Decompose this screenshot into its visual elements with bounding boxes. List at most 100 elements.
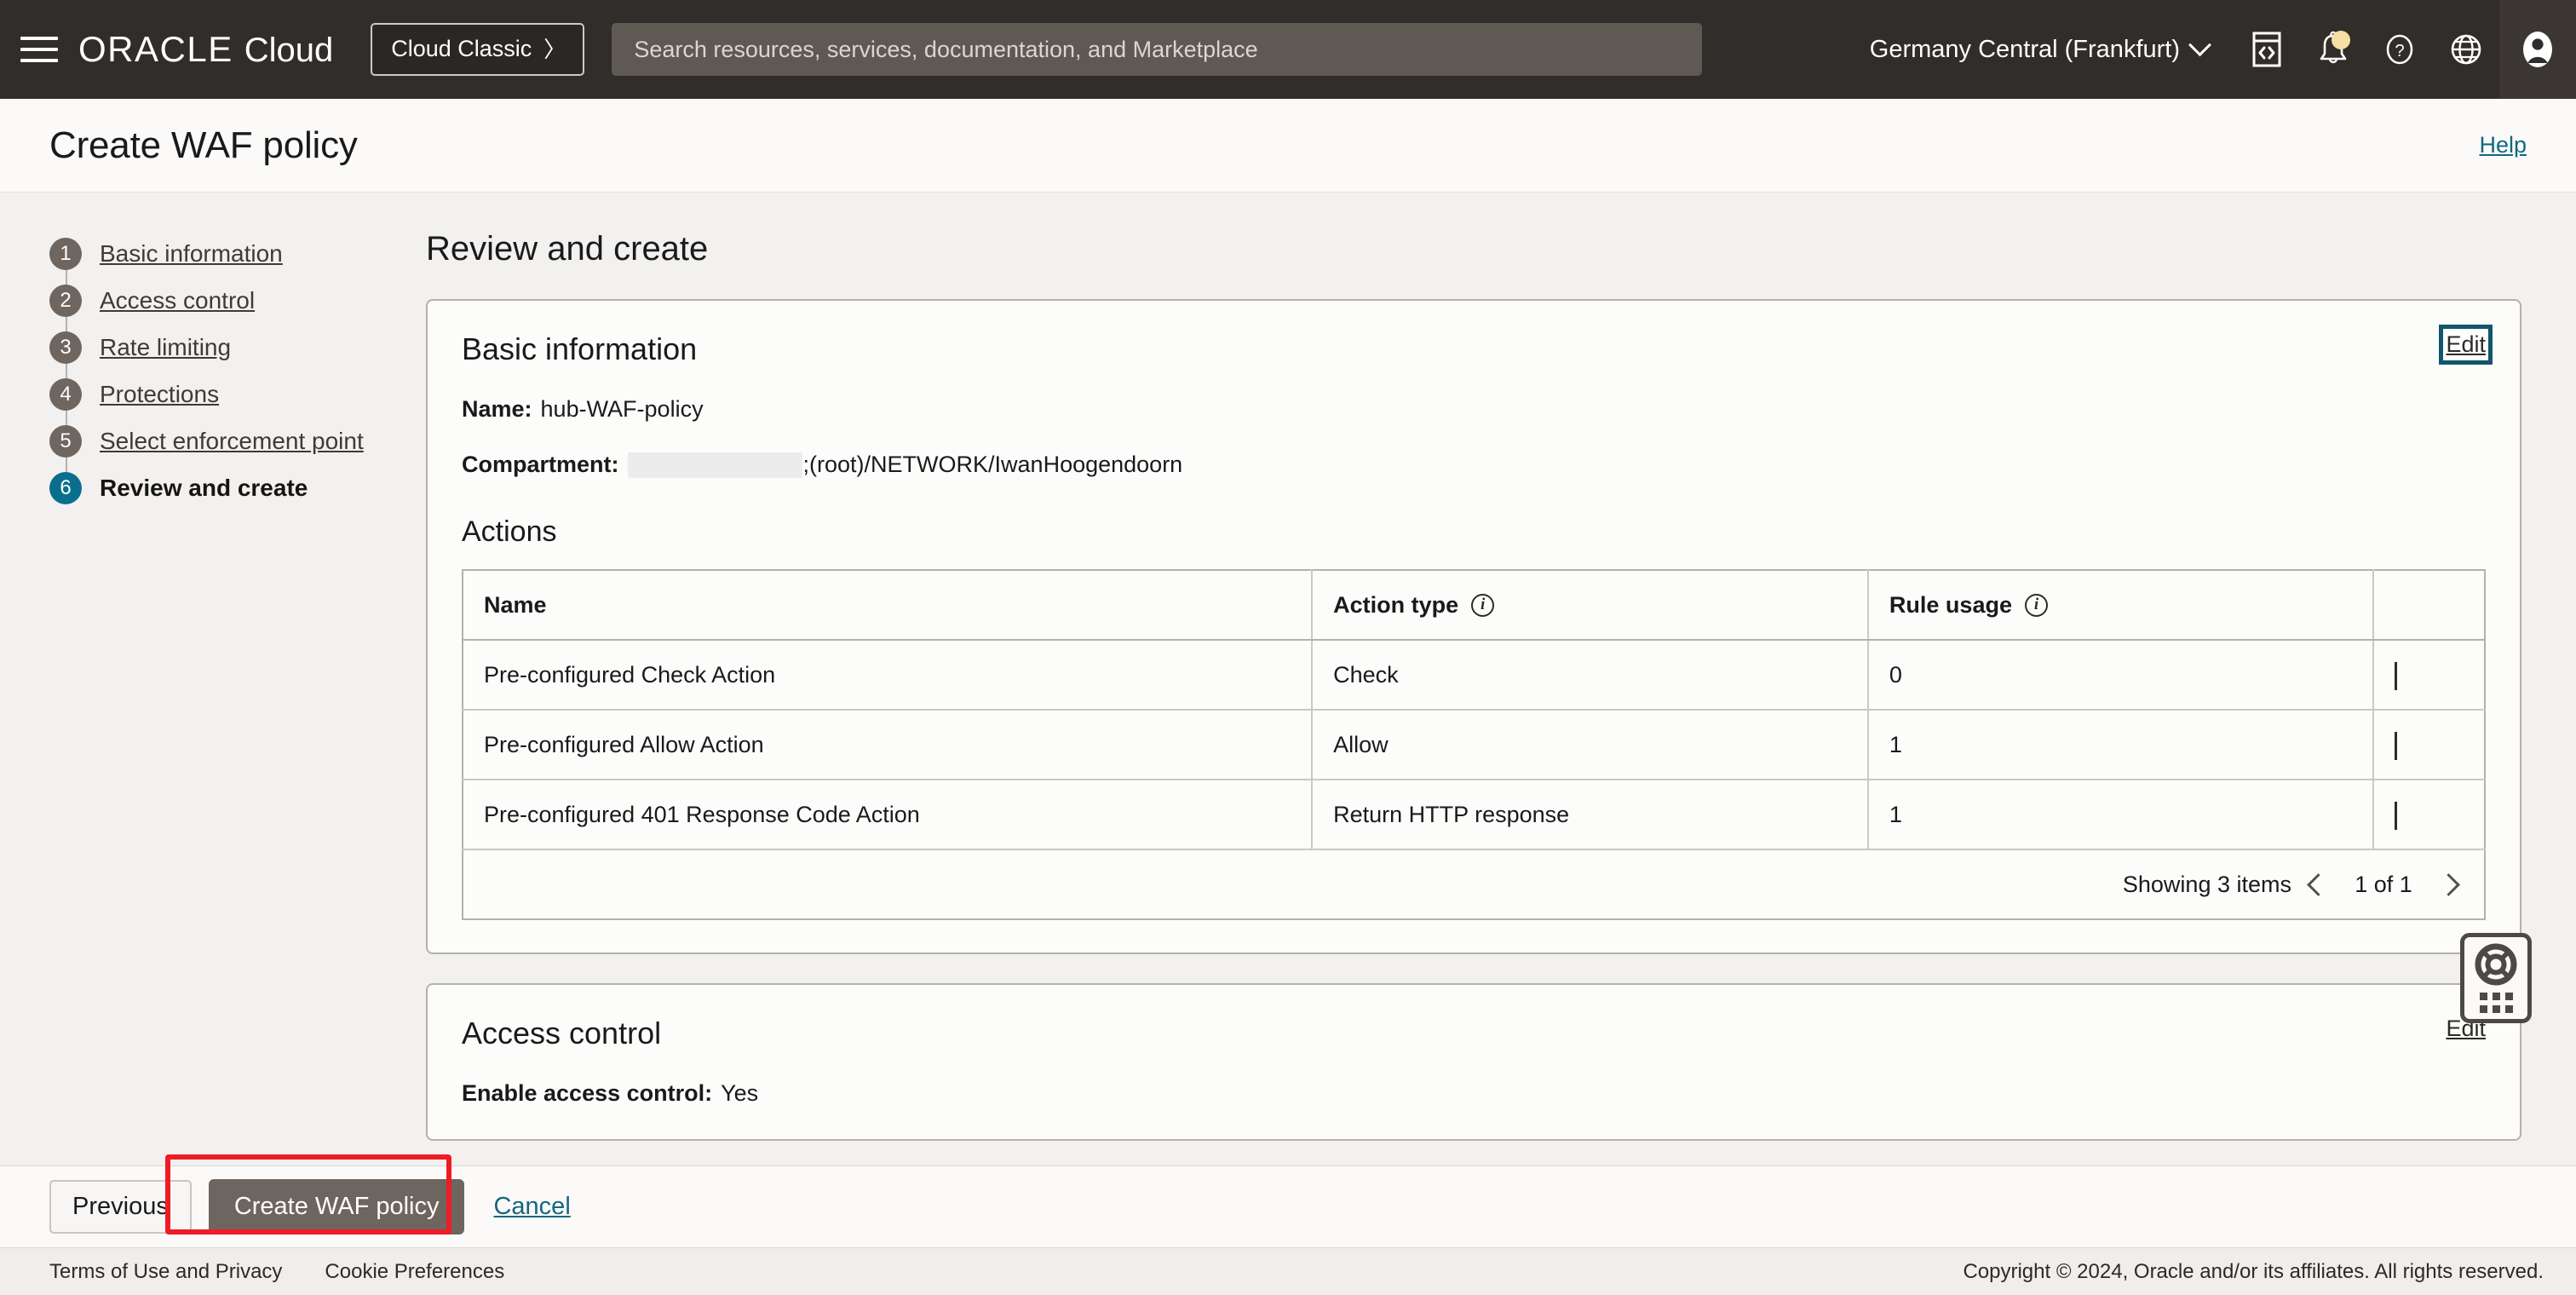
field-enable-access-control-label: Enable access control:: [462, 1080, 713, 1106]
chevron-right-icon[interactable]: [2437, 872, 2460, 896]
field-compartment-value: (root)/NETWORK/IwanHoogendoorn: [809, 452, 1183, 477]
column-header-rule-usage: Rule usage i: [1867, 570, 2375, 641]
cloud-classic-label: Cloud Classic: [391, 36, 532, 61]
sidebar-step-review-and-create[interactable]: 6 Review and create: [49, 471, 426, 518]
cell-action-type: Return HTTP response: [1312, 780, 1869, 850]
section-heading: Review and create: [426, 230, 709, 268]
table-header-row: Name Action type i Rule usage i: [463, 570, 2485, 641]
hamburger-menu-icon[interactable]: [15, 31, 60, 68]
main-content: Review and create Basic information Edit…: [426, 193, 2573, 1166]
support-help-widget[interactable]: [2460, 933, 2532, 1023]
copyright-text: Copyright © 2024, Oracle and/or its affi…: [1963, 1259, 2544, 1283]
chevron-right-icon: 〉: [543, 36, 566, 62]
chevron-down-icon[interactable]: [2395, 731, 2398, 760]
field-enable-access-control: Enable access control: Yes: [462, 1080, 2486, 1107]
cookie-preferences-link[interactable]: Cookie Preferences: [325, 1260, 504, 1284]
column-header-name: Name: [463, 570, 1314, 641]
panel-title: Basic information: [462, 331, 698, 366]
step-number-badge: 5: [49, 425, 82, 458]
field-name-value: hub-WAF-policy: [540, 396, 704, 422]
cancel-link[interactable]: Cancel: [493, 1193, 570, 1221]
row-expander-cell[interactable]: [2373, 640, 2485, 711]
row-expander-cell[interactable]: [2373, 780, 2485, 850]
sidebar-step-rate-limiting[interactable]: 3 Rate limiting: [49, 331, 426, 380]
sidebar-step-basic-information[interactable]: 1 Basic information: [49, 237, 426, 286]
dots-grid-icon[interactable]: [2479, 993, 2513, 1013]
terms-of-use-link[interactable]: Terms of Use and Privacy: [49, 1260, 282, 1284]
chevron-down-icon[interactable]: [2395, 801, 2398, 830]
table-row[interactable]: Pre-configured Allow Action Allow 1: [463, 710, 2485, 780]
cloud-shell-icon: [2252, 32, 2281, 67]
cell-action-type: Check: [1312, 640, 1869, 711]
cell-action-name: Pre-configured Allow Action: [463, 710, 1314, 780]
info-icon[interactable]: i: [2024, 593, 2048, 617]
field-enable-access-control-value: Yes: [721, 1080, 759, 1106]
pagination-cell: Showing 3 items 1 of 1: [463, 849, 2485, 919]
field-name-label: Name:: [462, 396, 532, 422]
sidebar-step-protections[interactable]: 4 Protections: [49, 377, 426, 427]
column-header-expander: [2373, 570, 2485, 641]
cell-rule-usage: 1: [1867, 780, 2375, 850]
cell-action-name: Pre-configured 401 Response Code Action: [463, 780, 1314, 850]
field-compartment-label: Compartment:: [462, 452, 619, 477]
wizard-action-bar: Previous Create WAF policy Cancel: [0, 1154, 2576, 1247]
oracle-cloud-logo[interactable]: ORACLE Cloud: [78, 29, 333, 70]
chevron-left-icon[interactable]: [2307, 872, 2330, 896]
sidebar-step-select-enforcement-point[interactable]: 5 Select enforcement point: [49, 424, 426, 474]
table-row[interactable]: Pre-configured Check Action Check 0: [463, 640, 2485, 711]
redacted-value-block: [627, 452, 802, 478]
step-label[interactable]: Basic information: [100, 237, 283, 271]
column-header-action-type-label: Action type: [1333, 591, 1459, 618]
step-number-badge: 4: [49, 378, 82, 411]
page-footer: Terms of Use and Privacy Cookie Preferen…: [0, 1247, 2576, 1295]
lifebuoy-icon: [2475, 943, 2517, 986]
top-nav-right-group: Germany Central (Frankfurt) ?: [1849, 0, 2576, 99]
info-icon[interactable]: i: [1471, 593, 1495, 617]
showing-items-label: Showing 3 items: [2122, 871, 2291, 897]
sidebar-step-access-control[interactable]: 2 Access control: [49, 284, 426, 333]
global-search-box[interactable]: [612, 23, 1703, 76]
step-number-badge: 2: [49, 285, 82, 317]
step-label[interactable]: Select enforcement point: [100, 424, 364, 458]
column-header-name-label: Name: [484, 591, 547, 618]
step-label[interactable]: Rate limiting: [100, 331, 231, 365]
notifications-button[interactable]: [2300, 0, 2366, 99]
cell-rule-usage: 0: [1867, 640, 2375, 711]
region-selector[interactable]: Germany Central (Frankfurt): [1849, 32, 2234, 64]
cloud-shell-button[interactable]: [2234, 0, 2300, 99]
access-control-panel: Access control Edit Enable access contro…: [426, 983, 2521, 1141]
row-expander-cell[interactable]: [2373, 710, 2485, 780]
search-input[interactable]: [634, 36, 1681, 63]
user-avatar-icon: [2520, 29, 2556, 70]
create-waf-policy-button[interactable]: Create WAF policy: [208, 1179, 465, 1235]
cell-rule-usage: 1: [1867, 710, 2375, 780]
cloud-wordmark: Cloud: [244, 32, 334, 69]
svg-text:?: ?: [2395, 42, 2404, 60]
actions-subsection-title: Actions: [462, 515, 557, 548]
step-number-badge: 6: [49, 472, 82, 504]
help-link[interactable]: Help: [2479, 132, 2527, 158]
page-body: 1 Basic information 2 Access control 3 R…: [0, 193, 2576, 1166]
page-header: Create WAF policy Help: [0, 99, 2576, 193]
field-compartment-suffix: ;: [802, 452, 810, 477]
edit-basic-information-link[interactable]: Edit: [2439, 325, 2493, 365]
user-profile-button[interactable]: [2499, 0, 2576, 99]
oracle-wordmark: ORACLE: [78, 29, 233, 69]
pagination-controls: Showing 3 items 1 of 1: [484, 872, 2464, 898]
step-label[interactable]: Access control: [100, 284, 255, 318]
step-connector-line: [65, 268, 67, 286]
chevron-down-icon[interactable]: [2395, 661, 2398, 690]
language-button[interactable]: [2433, 0, 2499, 99]
wizard-step-list: 1 Basic information 2 Access control 3 R…: [0, 193, 426, 1166]
table-row[interactable]: Pre-configured 401 Response Code Action …: [463, 780, 2485, 850]
panel-title: Access control: [462, 1016, 662, 1050]
previous-button[interactable]: Previous: [49, 1180, 192, 1234]
step-connector-line: [65, 408, 67, 427]
actions-table: Name Action type i Rule usage i Pre-conf…: [462, 569, 2486, 920]
step-connector-line: [65, 455, 67, 474]
table-pagination-row: Showing 3 items 1 of 1: [463, 849, 2485, 919]
cloud-classic-button[interactable]: Cloud Classic 〉: [371, 23, 585, 76]
step-label[interactable]: Protections: [100, 377, 219, 412]
help-question-icon: ?: [2383, 31, 2417, 68]
help-button[interactable]: ?: [2366, 0, 2433, 99]
